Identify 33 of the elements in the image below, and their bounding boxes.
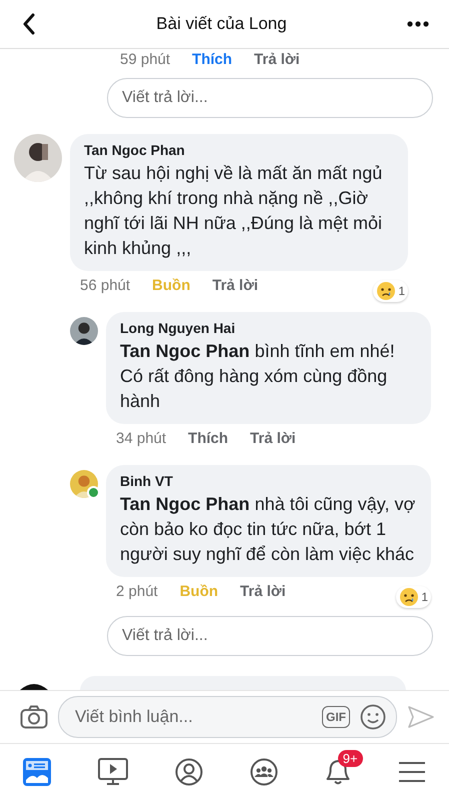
reaction-link[interactable]: Thích xyxy=(188,430,228,447)
reply-link[interactable]: Trả lời xyxy=(240,583,286,600)
reaction-link[interactable]: Thích xyxy=(192,51,232,68)
profile-tab[interactable] xyxy=(175,758,204,786)
back-icon[interactable] xyxy=(22,13,36,35)
more-icon[interactable] xyxy=(407,21,429,27)
page-title: Bài viết của Long xyxy=(155,14,288,34)
reply-link[interactable]: Trả lời xyxy=(254,51,300,68)
sad-reaction-badge[interactable]: 1 xyxy=(396,586,431,608)
comment-time: 59 phút xyxy=(120,51,170,68)
notification-count: 9+ xyxy=(338,750,363,767)
comment-author[interactable]: Tan Ngoc Phan xyxy=(84,142,394,158)
news-feed-tab[interactable] xyxy=(23,758,52,786)
reply-field[interactable]: Viết trả lời... xyxy=(107,616,433,656)
reply-link[interactable]: Trả lời xyxy=(212,277,258,294)
comment-text: Tan Ngoc Phan bình tĩnh em nhé! Có rất đông hàng xóm cùng đồng hành xyxy=(120,340,396,413)
comment-text: Từ sau hội nghị về là mất ăn mất ngủ ,,không khí trong nhà nặng nề ,,Giờ nghĩ tới lãi NH nữa ,,Đúng là mệt mỏi kinh khủng ,,, xyxy=(84,162,384,260)
reply-field[interactable]: Viết trả lời... xyxy=(107,78,433,118)
comment-time: 34 phút xyxy=(116,430,166,447)
reply-link[interactable]: Trả lời xyxy=(250,430,296,447)
comment-field[interactable]: Viết bình luận... GIF xyxy=(58,696,397,738)
groups-tab[interactable] xyxy=(250,758,278,786)
menu-tab[interactable] xyxy=(398,760,426,784)
smiley-icon[interactable] xyxy=(360,704,386,730)
comment-time: 56 phút xyxy=(80,277,130,294)
comment-author[interactable]: Binh VT xyxy=(120,473,417,489)
gif-button[interactable]: GIF xyxy=(322,706,350,728)
comment-author[interactable]: Long Nguyen Hai xyxy=(120,320,417,336)
video-tab[interactable] xyxy=(98,758,128,786)
sad-reaction-badge[interactable]: 1 xyxy=(373,280,408,302)
camera-icon[interactable] xyxy=(20,705,48,729)
comment-time: 2 phút xyxy=(116,583,158,600)
comment-text: Tan Ngoc Phan nhà tôi cũng vậy, vợ còn bảo ko đọc tin tức nữa, bớt 1 người suy nghĩ để còn làm việc khác xyxy=(120,493,416,566)
